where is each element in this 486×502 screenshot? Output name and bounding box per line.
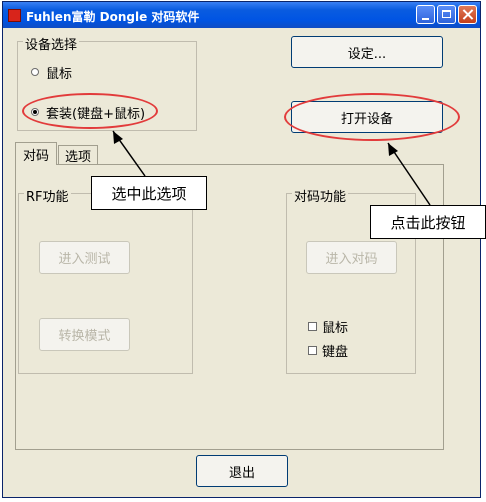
callout-click-button: 点击此按钮 — [370, 205, 486, 239]
callout-select-option: 选中此选项 — [91, 176, 207, 210]
annotation-arrows — [112, 130, 431, 206]
arrow-head-button — [388, 143, 398, 156]
